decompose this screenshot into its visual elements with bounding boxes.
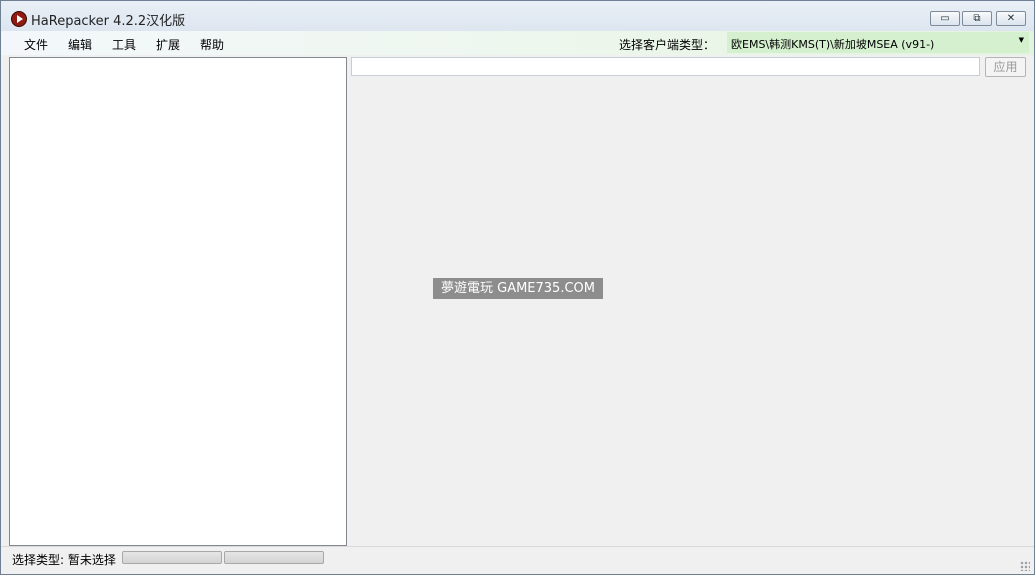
menu-extensions[interactable]: 扩展: [156, 36, 180, 53]
window-title: HaRepacker 4.2.2汉化版: [31, 14, 186, 29]
chevron-down-icon: ▼: [1018, 36, 1024, 44]
progress-bar-1: [122, 551, 222, 564]
apply-button[interactable]: 应用: [985, 57, 1026, 77]
close-button[interactable]: ✕: [996, 11, 1026, 26]
menu-tools[interactable]: 工具: [112, 36, 136, 53]
title-bar[interactable]: HaRepacker 4.2.2汉化版 ▭ ⧉ ✕: [1, 1, 1034, 31]
client-type-select[interactable]: 欧EMS\韩测KMS(T)\新加坡MSEA (v91-) ▼: [727, 32, 1029, 53]
selection-type-status: 选择类型: 暂未选择: [12, 553, 116, 567]
restore-icon: ⧉: [973, 13, 981, 24]
client-type-label: 选择客户端类型：: [619, 38, 716, 52]
main-window: HaRepacker 4.2.2汉化版 ▭ ⧉ ✕ 文件 编辑 工具 扩展 帮助…: [0, 0, 1035, 575]
minimize-button[interactable]: ▭: [930, 11, 960, 26]
watermark-label: 夢遊電玩 GAME735.COM: [433, 278, 603, 299]
minimize-icon: ▭: [940, 13, 950, 24]
app-icon: [11, 11, 27, 27]
menu-help[interactable]: 帮助: [200, 36, 224, 53]
value-input[interactable]: [351, 57, 980, 76]
menu-edit[interactable]: 编辑: [68, 36, 92, 53]
restore-button[interactable]: ⧉: [962, 11, 992, 26]
progress-bar-2: [224, 551, 324, 564]
property-panel: 应用: [348, 57, 1034, 546]
resize-grip-icon[interactable]: [1020, 561, 1030, 571]
close-icon: ✕: [1006, 13, 1016, 24]
file-tree-panel[interactable]: [9, 57, 347, 546]
menu-bar: 文件 编辑 工具 扩展 帮助 选择客户端类型： 欧EMS\韩测KMS(T)\新加…: [1, 31, 1034, 55]
status-bar: 选择类型: 暂未选择: [1, 546, 1034, 574]
client-type-value: 欧EMS\韩测KMS(T)\新加坡MSEA (v91-): [731, 38, 935, 51]
menu-file[interactable]: 文件: [24, 36, 48, 53]
